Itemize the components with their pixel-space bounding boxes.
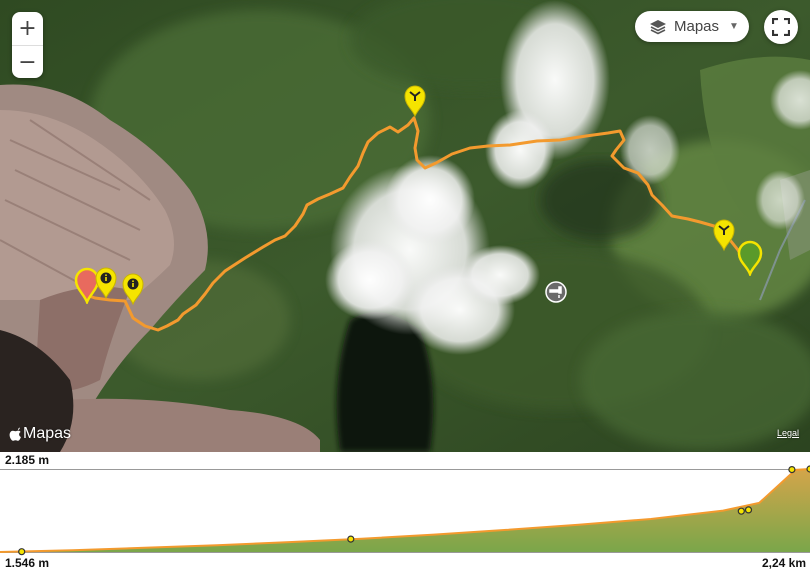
legal-link[interactable]: Legal [777, 428, 799, 438]
max-elevation-label: 2.185 m [5, 453, 50, 467]
chevron-down-icon: ▼ [729, 21, 739, 32]
fullscreen-icon [772, 18, 790, 36]
junction-marker-fork-icon[interactable] [402, 84, 428, 118]
satellite-imagery [0, 0, 810, 452]
distance-label: 2,24 km [761, 556, 806, 570]
end-marker-pin-icon[interactable] [736, 240, 764, 276]
water-tap-icon [545, 281, 567, 303]
waypoint-dot[interactable] [347, 535, 355, 543]
min-elevation-label: 1.546 m [5, 556, 50, 570]
waypoint-dot[interactable] [737, 507, 745, 515]
waypoint-dot[interactable] [788, 466, 796, 474]
junction-marker-fork-icon[interactable] [711, 218, 737, 252]
waypoint-dot[interactable] [18, 548, 26, 556]
layers-icon [650, 19, 666, 34]
apple-logo-icon [9, 427, 21, 441]
attribution-text: Mapas [23, 425, 72, 442]
info-marker-icon[interactable] [120, 272, 146, 306]
elevation-chart [0, 465, 810, 556]
elevation-area [0, 469, 810, 552]
info-marker-icon[interactable] [93, 266, 119, 300]
map-attribution: Mapas [9, 425, 71, 443]
zoom-control: + − [12, 12, 43, 78]
fullscreen-button[interactable] [764, 10, 798, 44]
zoom-in-button[interactable]: + [12, 12, 43, 46]
map-view[interactable]: + − Mapas ▼ Mapas Legal [0, 0, 810, 452]
zoom-out-button[interactable]: − [12, 46, 43, 78]
elevation-profile[interactable]: 2.185 m 1.546 m 2,24 km [0, 452, 810, 571]
layer-button-label: Mapas [674, 18, 720, 35]
map-layer-selector[interactable]: Mapas ▼ [635, 11, 749, 42]
waypoint-dot[interactable] [744, 506, 753, 514]
